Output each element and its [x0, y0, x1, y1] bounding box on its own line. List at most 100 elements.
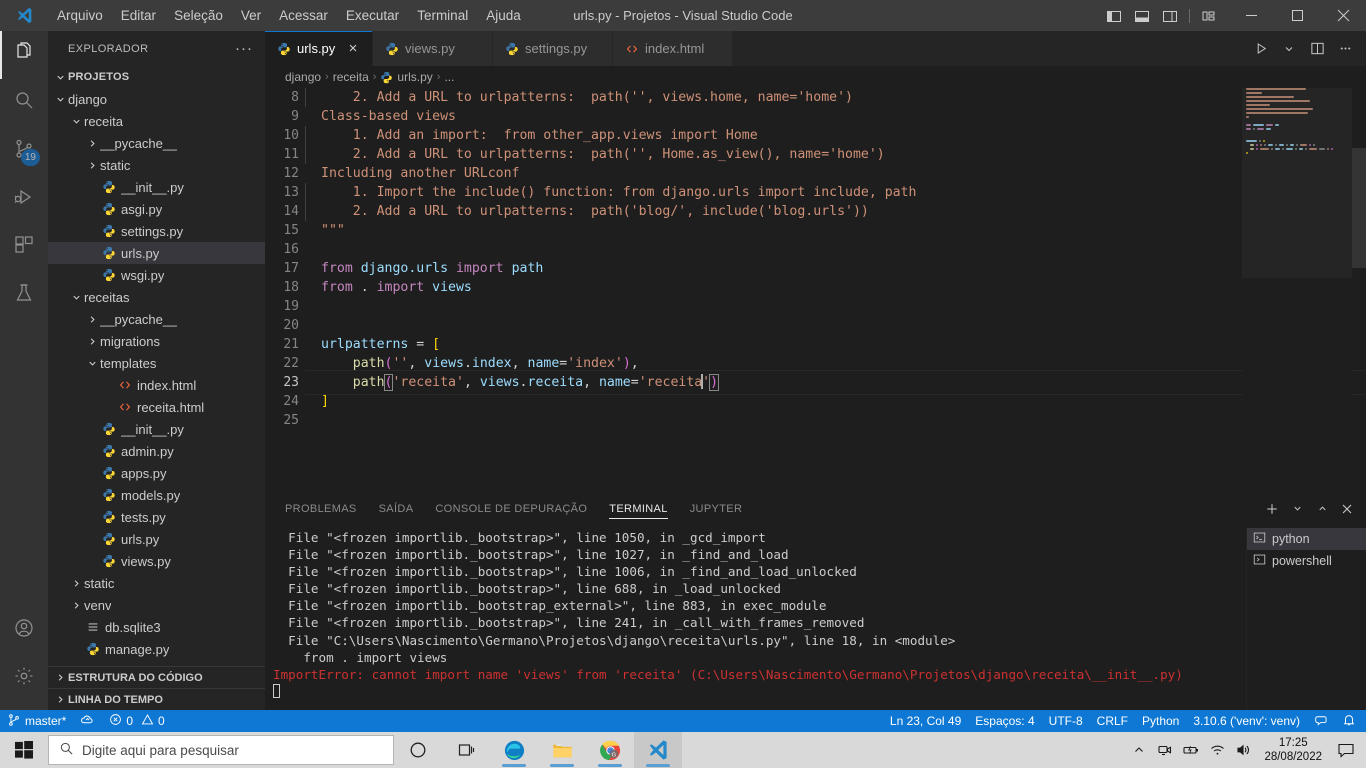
code-line[interactable]: 21 urlpatterns = [: [265, 335, 1366, 354]
editor-scrollbar[interactable]: [1352, 88, 1366, 491]
editor-tab-settings-py[interactable]: settings.py: [493, 31, 613, 66]
terminal-instance-python[interactable]: python: [1247, 528, 1366, 550]
tree-file-asgi-py[interactable]: asgi.py: [48, 198, 265, 220]
code-line[interactable]: 14 2. Add a URL to urlpatterns: path('bl…: [265, 202, 1366, 221]
file-explorer-icon[interactable]: [538, 732, 586, 768]
status-feedback[interactable]: [1307, 710, 1335, 732]
tree-folder-receita[interactable]: receita: [48, 110, 265, 132]
menu-ver[interactable]: Ver: [232, 0, 270, 31]
tree-folder-migrations[interactable]: migrations: [48, 330, 265, 352]
workspace-root-row[interactable]: PROJETOS: [48, 66, 265, 88]
microsoft-edge-icon[interactable]: [490, 732, 538, 768]
window-minimize-button[interactable]: [1228, 0, 1274, 31]
code-line[interactable]: 13 1. Import the include() function: fro…: [265, 183, 1366, 202]
wifi-icon[interactable]: [1204, 732, 1230, 768]
toggle-panel-icon[interactable]: [1129, 0, 1155, 31]
tree-file-urls-py[interactable]: urls.py: [48, 528, 265, 550]
code-text[interactable]: 2. Add a URL to urlpatterns: path('', vi…: [305, 88, 1366, 107]
tree-file-manage-py[interactable]: manage.py: [48, 638, 265, 660]
activity-item-search[interactable]: [0, 79, 48, 127]
taskbar-search-input[interactable]: Digite aqui para pesquisar: [48, 735, 394, 765]
code-text[interactable]: path('receita', views.receita, name='rec…: [305, 370, 1366, 395]
editor-tab-index-html[interactable]: index.html: [613, 31, 733, 66]
tree-file-apps-py[interactable]: apps.py: [48, 462, 265, 484]
chevron-down-icon[interactable]: [1286, 491, 1308, 526]
google-chrome-icon[interactable]: G: [586, 732, 634, 768]
scrollbar-thumb[interactable]: [1352, 148, 1366, 268]
code-line[interactable]: 24]: [265, 392, 1366, 411]
code-line[interactable]: 15 """: [265, 221, 1366, 240]
battery-icon[interactable]: [1178, 732, 1204, 768]
code-line[interactable]: 20: [265, 316, 1366, 335]
code-text[interactable]: urlpatterns = [: [321, 335, 1366, 354]
window-maximize-button[interactable]: [1274, 0, 1320, 31]
code-line[interactable]: 19: [265, 297, 1366, 316]
code-editor[interactable]: 8 2. Add a URL to urlpatterns: path('', …: [265, 88, 1366, 491]
tree-file-receita-html[interactable]: receita.html: [48, 396, 265, 418]
layout-controls[interactable]: [1101, 0, 1228, 31]
code-text[interactable]: Class-based views: [321, 107, 1366, 126]
breadcrumb-item-django[interactable]: django: [285, 70, 321, 84]
status-language-mode[interactable]: Python: [1135, 710, 1186, 732]
visual-studio-code-icon[interactable]: [634, 732, 682, 768]
menu-executar[interactable]: Executar: [337, 0, 408, 31]
activity-item-source-control[interactable]: 19: [0, 127, 48, 175]
tree-file-init-py[interactable]: __init__.py: [48, 418, 265, 440]
activity-item-extensions[interactable]: [0, 223, 48, 271]
minimap[interactable]: [1242, 88, 1352, 491]
tree-file-db-sqlite3[interactable]: db.sqlite3: [48, 616, 265, 638]
status-cursor-position[interactable]: Ln 23, Col 49: [883, 710, 968, 732]
cortana-icon[interactable]: [394, 732, 442, 768]
tree-file-index-html[interactable]: index.html: [48, 374, 265, 396]
action-center-icon[interactable]: [1330, 732, 1362, 768]
toggle-secondary-sidebar-icon[interactable]: [1157, 0, 1183, 31]
code-line[interactable]: 9 Class-based views: [265, 107, 1366, 126]
activity-item-accounts[interactable]: [0, 606, 48, 654]
code-line[interactable]: 23 path('receita', views.receita, name='…: [265, 370, 1366, 395]
code-text[interactable]: 2. Add a URL to urlpatterns: path('blog/…: [305, 202, 1366, 221]
status-python-interpreter[interactable]: 3.10.6 ('venv': venv): [1186, 710, 1307, 732]
new-terminal-button[interactable]: [1261, 491, 1283, 526]
status-sync[interactable]: [73, 710, 102, 732]
explorer-more-actions-icon[interactable]: ···: [231, 40, 257, 57]
code-text[interactable]: from . import views: [321, 278, 1366, 297]
taskbar-clock[interactable]: 17:25 28/08/2022: [1256, 732, 1330, 768]
editor-tab-close-icon[interactable]: ×: [344, 40, 362, 58]
toggle-primary-sidebar-icon[interactable]: [1101, 0, 1127, 31]
code-line[interactable]: 8 2. Add a URL to urlpatterns: path('', …: [265, 88, 1366, 107]
code-text[interactable]: 1. Import the include() function: from d…: [305, 183, 1366, 202]
section-linha-do-tempo[interactable]: LINHA DO TEMPO: [48, 688, 265, 710]
code-line[interactable]: 18 from . import views: [265, 278, 1366, 297]
code-line[interactable]: 17 from django.urls import path: [265, 259, 1366, 278]
menu-arquivo[interactable]: Arquivo: [48, 0, 112, 31]
panel-tab-problemas[interactable]: PROBLEMAS: [285, 491, 357, 526]
tree-folder-pycache[interactable]: __pycache__: [48, 132, 265, 154]
tree-folder-templates[interactable]: templates: [48, 352, 265, 374]
status-notifications[interactable]: [1335, 710, 1366, 732]
code-text[interactable]: Including another URLconf: [321, 164, 1366, 183]
activity-item-settings[interactable]: [0, 654, 48, 702]
breadcrumb-item-receita[interactable]: receita: [333, 70, 369, 84]
minimap-slider[interactable]: [1242, 88, 1352, 278]
maximize-panel-icon[interactable]: [1311, 491, 1333, 526]
tree-file-models-py[interactable]: models.py: [48, 484, 265, 506]
menu-terminal[interactable]: Terminal: [408, 0, 477, 31]
code-text[interactable]: 1. Add an import: from other_app.views i…: [305, 126, 1366, 145]
terminal-instance-powershell[interactable]: powershell: [1247, 550, 1366, 572]
run-python-file-button[interactable]: [1248, 31, 1274, 66]
code-line[interactable]: 16: [265, 240, 1366, 259]
close-panel-icon[interactable]: [1336, 491, 1358, 526]
code-line[interactable]: 11 2. Add a URL to urlpatterns: path('',…: [265, 145, 1366, 164]
camera-icon[interactable]: [1152, 732, 1178, 768]
tree-folder-pycache[interactable]: __pycache__: [48, 308, 265, 330]
tree-folder-venv[interactable]: venv: [48, 594, 265, 616]
menu-bar[interactable]: Arquivo Editar Seleção Ver Acessar Execu…: [48, 0, 530, 31]
status-eol[interactable]: CRLF: [1090, 710, 1135, 732]
code-line[interactable]: 10 1. Add an import: from other_app.view…: [265, 126, 1366, 145]
status-problems[interactable]: 0 0: [102, 710, 171, 732]
terminal-output[interactable]: File "<frozen importlib._bootstrap>", li…: [265, 526, 1246, 710]
breadcrumb-item-symbols[interactable]: ...: [444, 70, 454, 84]
editor-more-actions-icon[interactable]: [1332, 31, 1358, 66]
window-close-button[interactable]: [1320, 0, 1366, 31]
code-lines[interactable]: 8 2. Add a URL to urlpatterns: path('', …: [265, 88, 1366, 430]
